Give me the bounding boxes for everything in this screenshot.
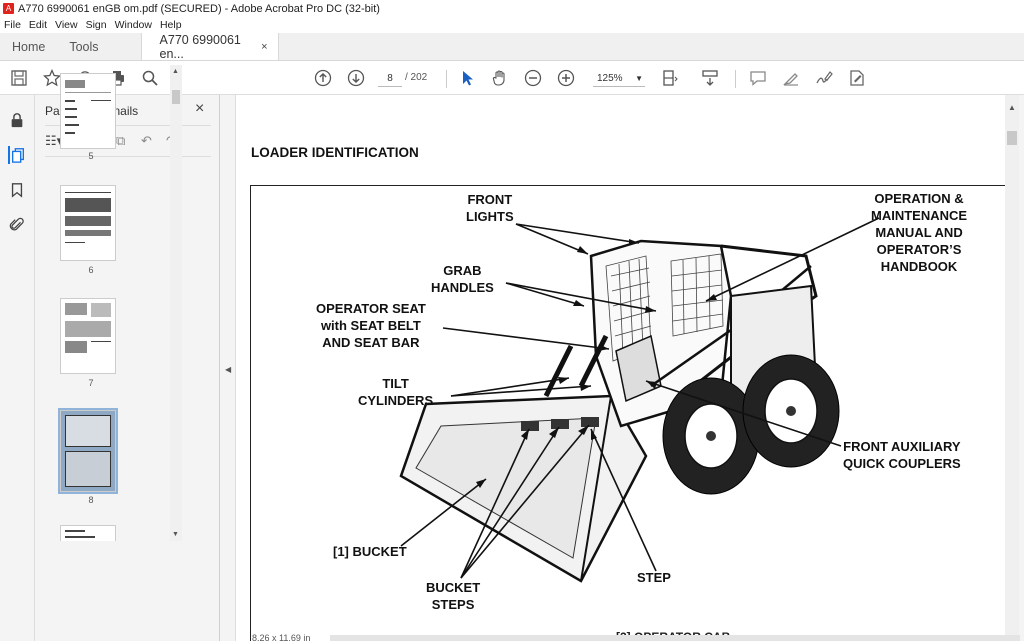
save-icon[interactable] [9, 68, 29, 88]
label-tilt-cylinders: TILT CYLINDERS [358, 376, 434, 408]
close-icon[interactable]: × [195, 100, 204, 118]
label-operator-seat: OPERATOR SEAT with SEAT BELT AND SEAT BA… [316, 301, 426, 350]
document-scrollbar[interactable]: ▲ [1005, 95, 1019, 641]
tab-tools[interactable]: Tools [57, 33, 110, 60]
zoom-out-icon[interactable] [523, 68, 543, 88]
scroll-down-icon[interactable]: ▼ [172, 531, 179, 538]
menu-file[interactable]: File [4, 19, 21, 31]
window-title: A770 6990061 enGB om.pdf (SECURED) - Ado… [18, 2, 380, 15]
toolbar-divider [446, 70, 447, 88]
tab-close-icon[interactable]: × [261, 41, 267, 53]
label-front-aux-couplers: FRONT AUXILIARY QUICK COUPLERS [843, 439, 961, 471]
label-bucket: [1] BUCKET [333, 544, 407, 559]
hand-icon[interactable] [490, 68, 510, 88]
page-thumbnail[interactable] [60, 298, 116, 374]
page-thumbnail-selected[interactable] [58, 408, 118, 494]
label-manual: OPERATION & MAINTENANCE MANUAL AND OPERA… [871, 191, 968, 274]
page-thumbnail[interactable] [60, 73, 116, 149]
thumbnail-label: 8 [88, 495, 94, 505]
label-bucket-steps: BUCKET STEPS [426, 580, 481, 612]
left-rail [0, 95, 35, 641]
window-titlebar: A A770 6990061 enGB om.pdf (SECURED) - A… [0, 0, 1024, 17]
scroll-up-icon[interactable]: ▲ [1008, 103, 1016, 112]
attachment-icon[interactable] [8, 216, 26, 234]
thumbnail-label: 5 [88, 151, 94, 161]
label-grab-handles: GRAB HANDLES [431, 263, 494, 295]
label-step: STEP [637, 570, 671, 585]
page-thumbnail[interactable] [60, 525, 116, 541]
thumbnail-label: 7 [88, 378, 94, 388]
page-total: / 202 [405, 72, 428, 83]
page-size-indicator: 8.26 x 11.69 in [252, 633, 311, 641]
scroll-mode-icon[interactable] [700, 68, 720, 88]
horizontal-scrollbar[interactable] [330, 635, 1020, 641]
menu-sign[interactable]: Sign [86, 19, 107, 31]
zoom-value: 125% [597, 73, 623, 84]
scroll-thumb[interactable] [172, 90, 180, 104]
tab-document-label: A770 6990061 en... [159, 32, 241, 61]
zoom-in-icon[interactable] [556, 68, 576, 88]
comment-icon[interactable] [748, 68, 768, 88]
toolbar-divider [735, 70, 736, 88]
thumbnail-list: 5 6 7 8 [45, 65, 175, 541]
panel-splitter[interactable]: ◀ [220, 95, 236, 641]
prev-page-icon[interactable] [313, 68, 333, 88]
loader-figure: FRONT LIGHTS GRAB HANDLES OPERATOR SEAT … [250, 185, 1005, 641]
label-front-lights: FRONT LIGHTS [466, 192, 514, 224]
tab-home[interactable]: Home [0, 33, 57, 60]
tab-document[interactable]: A770 6990061 en... × [140, 32, 279, 61]
section-title: LOADER IDENTIFICATION [251, 145, 419, 160]
menu-edit[interactable]: Edit [29, 19, 47, 31]
collapse-panel-icon[interactable]: ◀ [225, 365, 231, 374]
tab-bar: Home Tools A770 6990061 en... × [0, 33, 1024, 61]
page-fit-icon[interactable] [660, 68, 680, 88]
scroll-up-icon[interactable]: ▲ [172, 68, 179, 75]
acrobat-app-icon: A [3, 3, 14, 14]
menu-help[interactable]: Help [160, 19, 182, 31]
fill-sign-icon[interactable] [847, 68, 867, 88]
thumbnail-scrollbar[interactable]: ▲ ▼ [170, 65, 182, 541]
menu-view[interactable]: View [55, 19, 78, 31]
page-number-input[interactable]: 8 [378, 70, 402, 87]
page-thumbnail[interactable] [60, 185, 116, 261]
document-view[interactable]: LOADER IDENTIFICATION FRONT LIGHTS GRAB … [236, 95, 1005, 641]
highlight-icon[interactable] [781, 68, 801, 88]
bookmark-icon[interactable] [8, 181, 26, 199]
thumbnail-label: 6 [88, 265, 94, 275]
lock-icon[interactable] [8, 111, 26, 129]
chevron-down-icon: ▼ [635, 74, 643, 83]
zoom-select[interactable]: 125% ▼ [593, 70, 645, 87]
scroll-thumb[interactable] [1007, 131, 1017, 145]
menu-bar: File Edit View Sign Window Help [0, 17, 1024, 33]
menu-window[interactable]: Window [115, 19, 152, 31]
right-panel-toggle[interactable] [1019, 95, 1024, 641]
next-page-icon[interactable] [346, 68, 366, 88]
sign-icon[interactable] [814, 68, 834, 88]
page-thumbnails-icon[interactable] [8, 146, 26, 164]
select-cursor-icon[interactable] [457, 68, 477, 88]
